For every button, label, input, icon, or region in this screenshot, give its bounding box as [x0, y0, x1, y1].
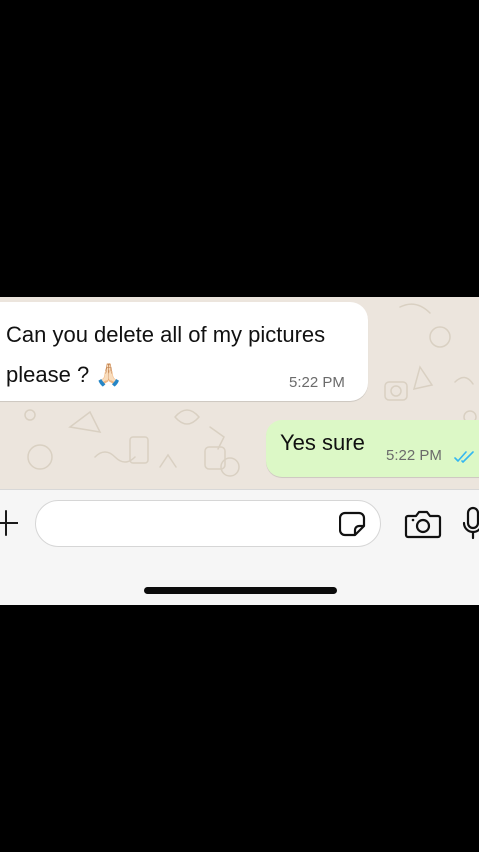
incoming-message-line-1: Can you delete all of my pictures	[6, 322, 326, 347]
sticker-icon[interactable]	[339, 510, 367, 538]
praying-hands-emoji: 🙏🏻	[95, 362, 123, 387]
outgoing-message-time: 5:22 PM	[386, 447, 442, 464]
incoming-message-line-2-text: please ?	[6, 362, 90, 387]
outgoing-message-text: Yes sure	[280, 430, 365, 455]
outgoing-message-bubble[interactable]: Yes sure 5:22 PM	[266, 420, 479, 477]
plus-icon[interactable]	[0, 509, 18, 537]
camera-icon[interactable]	[404, 509, 442, 539]
home-indicator	[144, 587, 337, 594]
message-input-bar	[0, 489, 479, 605]
message-input[interactable]	[35, 500, 381, 547]
double-check-read-icon	[454, 451, 474, 463]
incoming-message-time: 5:22 PM	[289, 374, 345, 391]
chat-area[interactable]: Can you delete all of my pictures please…	[0, 297, 479, 489]
microphone-icon[interactable]	[462, 506, 479, 542]
incoming-message-bubble[interactable]: Can you delete all of my pictures please…	[0, 302, 368, 401]
